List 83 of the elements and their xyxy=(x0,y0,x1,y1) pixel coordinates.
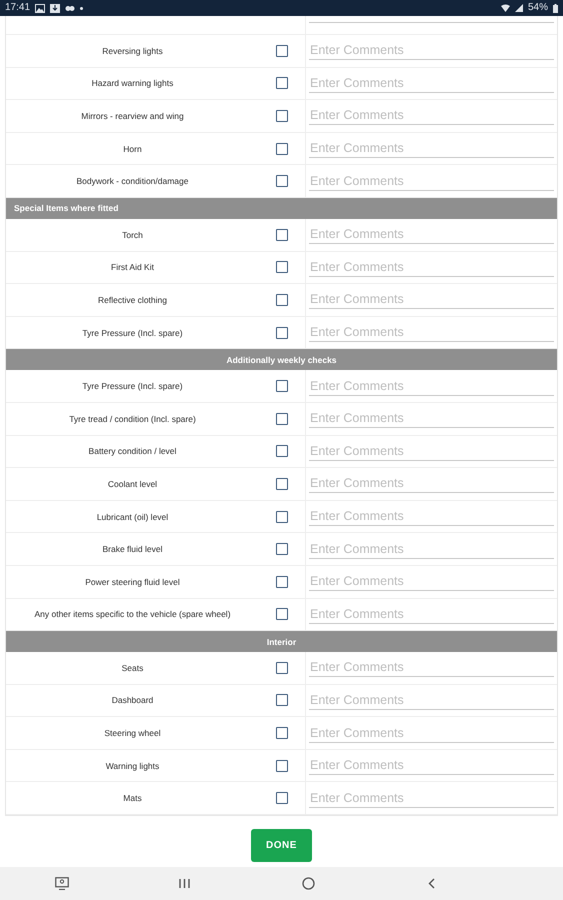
item-label: Warning lights xyxy=(104,760,160,773)
checkbox[interactable] xyxy=(276,110,288,122)
comments-field[interactable]: Enter Comments xyxy=(309,724,554,743)
checkbox[interactable] xyxy=(276,662,288,674)
done-button[interactable]: DONE xyxy=(251,829,312,862)
item-label: Lubricant (oil) level xyxy=(96,510,170,524)
checkbox[interactable] xyxy=(276,228,288,241)
checkbox[interactable] xyxy=(276,543,288,556)
comments-field[interactable]: Enter Comments xyxy=(309,41,554,60)
comments-field[interactable]: Enter Comments xyxy=(309,540,554,559)
comments-field[interactable]: Enter Comments xyxy=(309,172,554,191)
item-label: Torch xyxy=(121,228,144,242)
checkbox[interactable] xyxy=(276,445,288,458)
comments-field[interactable]: Enter Comments xyxy=(309,290,554,310)
checkbox[interactable] xyxy=(276,326,288,339)
item-label: Mats xyxy=(122,792,143,806)
download-icon xyxy=(50,4,60,12)
comments-field[interactable]: Enter Comments xyxy=(309,442,554,461)
gallery-icon xyxy=(35,4,46,12)
checkbox[interactable] xyxy=(276,760,288,772)
checkbox[interactable] xyxy=(276,44,288,57)
checkbox[interactable] xyxy=(276,77,288,90)
comments-field[interactable]: Enter Comments xyxy=(309,106,554,126)
checkbox[interactable] xyxy=(276,175,288,188)
item-label: Tyre Pressure (Incl. spare) xyxy=(81,380,184,394)
item-label: Any other items specific to the vehicle (spare wheel) xyxy=(33,608,232,622)
item-label: Reversing lights xyxy=(101,44,164,58)
comments-field[interactable]: Enter Comments xyxy=(309,690,554,710)
item-label: Tyre Pressure (Incl. spare) xyxy=(81,326,184,340)
recent-apps-icon[interactable] xyxy=(179,878,190,889)
status-time: 17:41 xyxy=(5,2,30,14)
home-icon[interactable] xyxy=(302,877,315,890)
item-label: Reflective clothing xyxy=(97,294,168,307)
signal-icon xyxy=(514,4,523,12)
comments-field[interactable]: Enter Comments xyxy=(309,572,554,592)
item-label: Battery condition / level xyxy=(88,445,178,458)
item-label: Hazard warning lights xyxy=(90,77,174,90)
comments-field[interactable]: Enter Comments xyxy=(309,139,554,158)
item-label: Bodywork - condition/damage xyxy=(76,175,190,188)
comments-field[interactable]: Enter Comments xyxy=(309,409,554,428)
back-icon[interactable] xyxy=(428,878,435,889)
checkbox[interactable] xyxy=(276,261,288,274)
comments-field[interactable]: Enter Comments xyxy=(309,258,554,277)
item-label: Horn xyxy=(122,142,143,156)
section-header: Interior xyxy=(6,631,557,652)
dot-icon xyxy=(80,6,84,10)
battery-icon xyxy=(553,4,558,12)
item-label: Dashboard xyxy=(110,694,154,708)
comments-field[interactable]: Enter Comments xyxy=(309,788,554,808)
checkbox[interactable] xyxy=(276,792,288,804)
comments-field[interactable]: Enter Comments xyxy=(309,74,554,93)
comments-field[interactable]: Enter Comments xyxy=(309,225,554,244)
checkbox[interactable] xyxy=(276,294,288,306)
item-label: Seats xyxy=(120,662,144,675)
wifi-icon xyxy=(500,4,510,12)
checkbox[interactable] xyxy=(276,142,288,155)
checkbox[interactable] xyxy=(276,412,288,425)
screen-icon[interactable] xyxy=(54,877,69,890)
checkbox[interactable] xyxy=(276,727,288,740)
battery-percent: 54% xyxy=(528,2,548,14)
item-label: Steering wheel xyxy=(103,727,162,740)
item-label: Tyre tread / condition (Incl. spare) xyxy=(68,412,197,426)
item-label: Coolant level xyxy=(106,478,158,491)
item-label: Brake fluid level xyxy=(101,543,164,556)
section-header: Special Items where fitted xyxy=(6,198,557,219)
checkbox[interactable] xyxy=(276,608,288,620)
comments-field[interactable]: Enter Comments xyxy=(309,507,554,526)
comments-field[interactable]: Enter Comments xyxy=(309,604,554,624)
checkbox[interactable] xyxy=(276,380,288,392)
comments-field[interactable]: Enter Comments xyxy=(309,658,554,678)
comments-field[interactable]: Enter Comments xyxy=(309,376,554,396)
comments-field[interactable]: Enter Comments xyxy=(309,756,554,776)
notification-icon xyxy=(65,4,76,12)
comments-field[interactable]: Enter Comments xyxy=(309,323,554,342)
item-label: First Aid Kit xyxy=(110,261,155,274)
checkbox[interactable] xyxy=(276,478,288,490)
item-label: Mirrors - rearview and wing xyxy=(80,110,185,123)
checkbox[interactable] xyxy=(276,694,288,706)
section-header: Additionally weekly checks xyxy=(6,349,557,370)
comments-field[interactable]: Enter Comments xyxy=(309,474,554,494)
checkbox[interactable] xyxy=(276,576,288,588)
item-label: Power steering fluid level xyxy=(84,576,181,589)
checkbox[interactable] xyxy=(276,510,288,523)
